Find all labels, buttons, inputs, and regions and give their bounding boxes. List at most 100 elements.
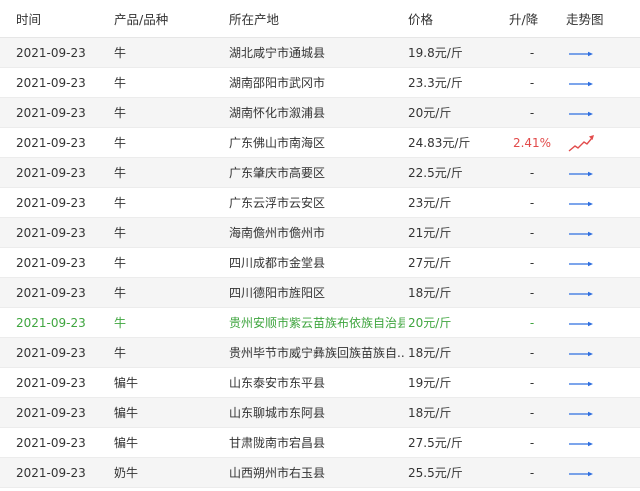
row-change: -: [529, 225, 535, 240]
row-origin[interactable]: 山东聊城市东阿县: [229, 398, 405, 427]
flat-arrow-icon: [569, 201, 593, 206]
flat-arrow-icon: [569, 411, 593, 416]
table-row[interactable]: 2021-09-23 奶牛 山西朔州市右玉县 25.5元/斤 -: [0, 458, 640, 488]
header-time: 时间: [16, 12, 42, 27]
row-trend[interactable]: [566, 338, 606, 367]
row-trend[interactable]: [566, 278, 606, 307]
table-row[interactable]: 2021-09-23 牛 广东佛山市南海区 24.83元/斤 2.41%: [0, 128, 640, 158]
row-change: -: [529, 405, 535, 420]
row-trend[interactable]: [566, 428, 606, 457]
flat-arrow-icon: [569, 381, 593, 386]
table-row[interactable]: 2021-09-23 牛 广东云浮市云安区 23元/斤 -: [0, 188, 640, 218]
row-trend[interactable]: [566, 68, 606, 97]
row-time: 2021-09-23: [16, 465, 86, 480]
table-row[interactable]: 2021-09-23 牛 四川成都市金堂县 27元/斤 -: [0, 248, 640, 278]
row-origin[interactable]: 山东泰安市东平县: [229, 368, 405, 397]
row-trend[interactable]: [566, 248, 606, 277]
table-row[interactable]: 2021-09-23 犏牛 山东泰安市东平县 19元/斤 -: [0, 368, 640, 398]
row-trend[interactable]: [566, 308, 606, 337]
table-row[interactable]: 2021-09-23 牛 贵州安顺市紫云苗族布依族自治县 20元/斤 -: [0, 308, 640, 338]
flat-arrow-icon: [569, 81, 593, 86]
row-price: 20元/斤: [408, 106, 452, 120]
row-product: 牛: [114, 196, 127, 210]
price-table: 时间 产品/品种 所在产地 价格 升/降 走势图 2021-09-23 牛 湖北咸宁…: [0, 0, 640, 488]
row-trend[interactable]: [566, 368, 606, 397]
flat-arrow-icon: [569, 261, 593, 266]
row-origin[interactable]: 广东肇庆市高要区: [229, 158, 405, 187]
table-row[interactable]: 2021-09-23 牛 海南儋州市儋州市 21元/斤 -: [0, 218, 640, 248]
table-row[interactable]: 2021-09-23 牛 广东肇庆市高要区 22.5元/斤 -: [0, 158, 640, 188]
flat-arrow-icon: [569, 471, 593, 476]
row-change: -: [529, 435, 535, 450]
flat-arrow-icon: [569, 51, 593, 56]
row-origin[interactable]: 贵州安顺市紫云苗族布依族自治县: [229, 308, 405, 337]
row-product: 犏牛: [114, 376, 139, 390]
row-time: 2021-09-23: [16, 135, 86, 150]
table-row[interactable]: 2021-09-23 犏牛 山东聊城市东阿县 18元/斤 -: [0, 398, 640, 428]
row-change: -: [529, 165, 535, 180]
row-trend[interactable]: [566, 188, 606, 217]
row-origin[interactable]: 四川成都市金堂县: [229, 248, 405, 277]
flat-arrow-icon: [569, 171, 593, 176]
flat-arrow-icon: [569, 231, 593, 236]
row-origin[interactable]: 甘肃陇南市宕昌县: [229, 428, 405, 457]
row-origin[interactable]: 湖北咸宁市通城县: [229, 38, 405, 67]
flat-arrow-icon: [569, 111, 593, 116]
table-row[interactable]: 2021-09-23 犏牛 甘肃陇南市宕昌县 27.5元/斤 -: [0, 428, 640, 458]
row-change: -: [529, 105, 535, 120]
row-change: -: [529, 465, 535, 480]
row-time: 2021-09-23: [16, 405, 86, 420]
table-row[interactable]: 2021-09-23 牛 湖南邵阳市武冈市 23.3元/斤 -: [0, 68, 640, 98]
row-origin[interactable]: 湖南怀化市溆浦县: [229, 98, 405, 127]
row-price: 27.5元/斤: [408, 436, 463, 450]
row-trend[interactable]: [566, 458, 606, 487]
row-price: 24.83元/斤: [408, 136, 471, 150]
table-row[interactable]: 2021-09-23 牛 湖南怀化市溆浦县 20元/斤 -: [0, 98, 640, 128]
row-time: 2021-09-23: [16, 285, 86, 300]
row-change: -: [529, 315, 535, 330]
row-product: 牛: [114, 316, 127, 330]
row-time: 2021-09-23: [16, 345, 86, 360]
row-price: 25.5元/斤: [408, 466, 463, 480]
row-change: 2.41%: [512, 135, 552, 150]
row-origin[interactable]: 广东云浮市云安区: [229, 188, 405, 217]
row-price: 18元/斤: [408, 286, 452, 300]
row-price: 18元/斤: [408, 406, 452, 420]
flat-arrow-icon: [569, 441, 593, 446]
row-origin[interactable]: 广东佛山市南海区: [229, 128, 405, 157]
row-price: 18元/斤: [408, 346, 452, 360]
row-change: -: [529, 45, 535, 60]
row-trend[interactable]: [566, 38, 606, 67]
row-origin[interactable]: 山西朔州市右玉县: [229, 458, 405, 487]
table-header: 时间 产品/品种 所在产地 价格 升/降 走势图: [0, 0, 640, 38]
row-trend[interactable]: [566, 218, 606, 247]
row-origin[interactable]: 湖南邵阳市武冈市: [229, 68, 405, 97]
row-change: -: [529, 285, 535, 300]
table-row[interactable]: 2021-09-23 牛 湖北咸宁市通城县 19.8元/斤 -: [0, 38, 640, 68]
row-origin[interactable]: 贵州毕节市威宁彝族回族苗族自...: [229, 338, 405, 367]
header-origin: 所在产地: [229, 12, 280, 27]
row-price: 27元/斤: [408, 256, 452, 270]
header-product: 产品/品种: [114, 12, 169, 27]
table-row[interactable]: 2021-09-23 牛 贵州毕节市威宁彝族回族苗族自... 18元/斤 -: [0, 338, 640, 368]
row-product: 牛: [114, 136, 127, 150]
row-time: 2021-09-23: [16, 105, 86, 120]
flat-arrow-icon: [569, 291, 593, 296]
row-trend[interactable]: [566, 98, 606, 127]
table-body: 2021-09-23 牛湖北咸宁市通城县 19.8元/斤 -2021-09-23 牛湖南…: [0, 38, 640, 488]
row-time: 2021-09-23: [16, 435, 86, 450]
row-trend[interactable]: [566, 128, 606, 157]
row-origin[interactable]: 海南儋州市儋州市: [229, 218, 405, 247]
row-trend[interactable]: [566, 398, 606, 427]
row-price: 22.5元/斤: [408, 166, 463, 180]
row-product: 牛: [114, 286, 127, 300]
table-row[interactable]: 2021-09-23 牛 四川德阳市旌阳区 18元/斤 -: [0, 278, 640, 308]
row-time: 2021-09-23: [16, 75, 86, 90]
row-time: 2021-09-23: [16, 375, 86, 390]
row-trend[interactable]: [566, 158, 606, 187]
row-origin[interactable]: 四川德阳市旌阳区: [229, 278, 405, 307]
row-change: -: [529, 375, 535, 390]
up-trend-icon: [568, 134, 594, 152]
row-product: 牛: [114, 346, 127, 360]
header-change: 升/降: [509, 12, 539, 27]
